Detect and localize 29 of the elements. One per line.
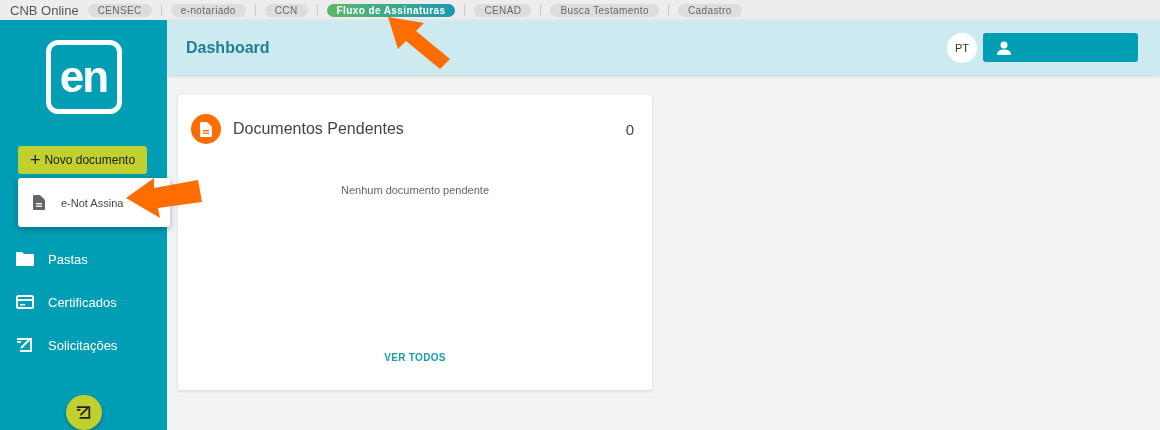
user-icon <box>997 40 1011 55</box>
top-link[interactable]: e-notariado <box>170 3 246 17</box>
top-link[interactable]: Busca Testamento <box>550 3 659 17</box>
document-count: 0 <box>625 120 634 138</box>
document-icon <box>33 195 45 210</box>
top-link[interactable]: CENAD <box>474 3 532 17</box>
logo: en <box>45 40 122 115</box>
avatar[interactable]: PT <box>947 32 977 63</box>
menu-item[interactable]: e-Not Assina <box>33 178 124 227</box>
document-icon <box>191 114 221 144</box>
empty-message: Nenhum documento pendente <box>340 184 490 196</box>
top-link[interactable]: CENSEC <box>87 3 152 17</box>
nav-item[interactable]: Pastas <box>0 237 167 281</box>
top-link[interactable]: CCN <box>264 3 308 17</box>
card-title: Documentos Pendentes <box>233 120 405 138</box>
credit-card-icon <box>16 295 34 310</box>
brand-name: CNB Online <box>10 2 79 18</box>
new-document-button[interactable]: + Novo documento <box>18 146 147 174</box>
nav-item[interactable]: Certificados <box>0 280 167 324</box>
signature-icon <box>16 338 34 353</box>
view-all-link[interactable]: VER TODOS <box>384 352 446 363</box>
signature-fab[interactable] <box>65 394 102 430</box>
top-link[interactable]: Cadastro <box>677 3 742 17</box>
page-title: Dashboard <box>186 38 271 57</box>
nav-item[interactable]: Solicitações <box>0 323 167 367</box>
folder-icon <box>16 252 34 267</box>
top-link[interactable]: Fluxo de Assinaturas <box>326 3 456 17</box>
signature-icon <box>75 405 92 419</box>
annotation-arrow <box>386 15 452 71</box>
